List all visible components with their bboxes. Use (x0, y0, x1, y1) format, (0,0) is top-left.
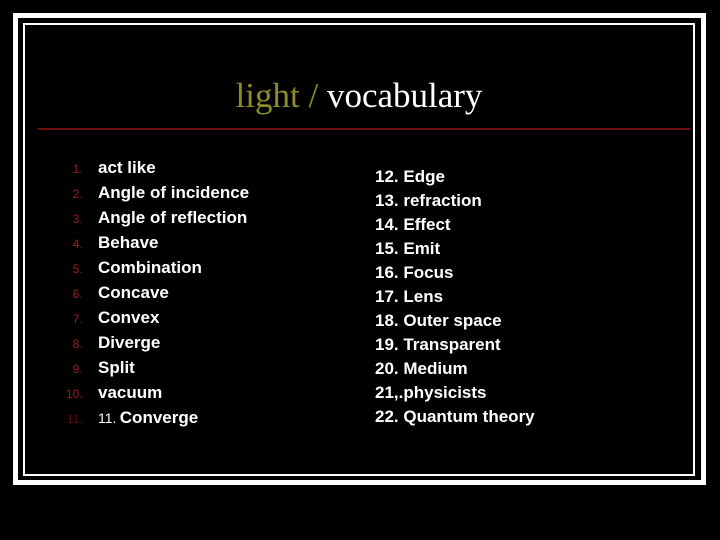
list-item: vacuum (86, 381, 334, 406)
list-item: 18. Outer space (375, 311, 502, 330)
list-item: Diverge (86, 331, 334, 356)
list-item: Angle of incidence (86, 181, 334, 206)
list-item: Split (86, 356, 334, 381)
list-item: 21,.physicists (375, 383, 487, 402)
title-topic: light / (235, 76, 327, 115)
list-item: Concave (86, 281, 334, 306)
manual-number-prefix: 11. (98, 410, 117, 426)
slide-title: light / vocabulary (23, 75, 695, 117)
list-item: 22. Quantum theory (375, 407, 535, 426)
vocabulary-term: Angle of reflection (98, 208, 248, 227)
slide-canvas: light / vocabulary act like Angle of inc… (0, 0, 720, 540)
slide-content: light / vocabulary act like Angle of inc… (23, 23, 695, 476)
list-item: 15. Emit (375, 239, 441, 258)
list-item: Angle of reflection (86, 206, 334, 231)
vocabulary-term: Concave (98, 283, 169, 302)
vocabulary-term: act like (98, 158, 156, 177)
vocabulary-term: Converge (119, 408, 199, 427)
vocabulary-list-left: act like Angle of incidence Angle of ref… (34, 156, 334, 431)
vocabulary-left-column: act like Angle of incidence Angle of ref… (34, 156, 334, 431)
vocabulary-term: Angle of incidence (98, 183, 250, 202)
vocabulary-term: Diverge (98, 333, 161, 352)
vocabulary-term: Convex (98, 308, 160, 327)
list-item: 14. Effect (375, 215, 451, 234)
vocabulary-term: Combination (98, 258, 202, 277)
vocabulary-right-column: 12. Edge 13. refraction 14. Effect 15. E… (375, 165, 685, 429)
list-item: Convex (86, 306, 334, 331)
list-item: 16. Focus (375, 263, 454, 282)
list-item: 20. Medium (375, 359, 468, 378)
list-item: 13. refraction (375, 191, 482, 210)
list-item: act like (86, 156, 334, 181)
title-subject: vocabulary (326, 76, 483, 115)
list-item: 12. Edge (375, 167, 445, 186)
list-item: 19. Transparent (375, 335, 501, 354)
vocabulary-term: vacuum (98, 383, 163, 402)
list-item: 11. Converge (86, 406, 334, 431)
list-item: Combination (86, 256, 334, 281)
list-item: 17. Lens (375, 287, 444, 306)
title-divider-rule (38, 128, 690, 130)
vocabulary-term: Behave (98, 233, 159, 252)
vocabulary-term: Split (98, 358, 135, 377)
list-item: Behave (86, 231, 334, 256)
